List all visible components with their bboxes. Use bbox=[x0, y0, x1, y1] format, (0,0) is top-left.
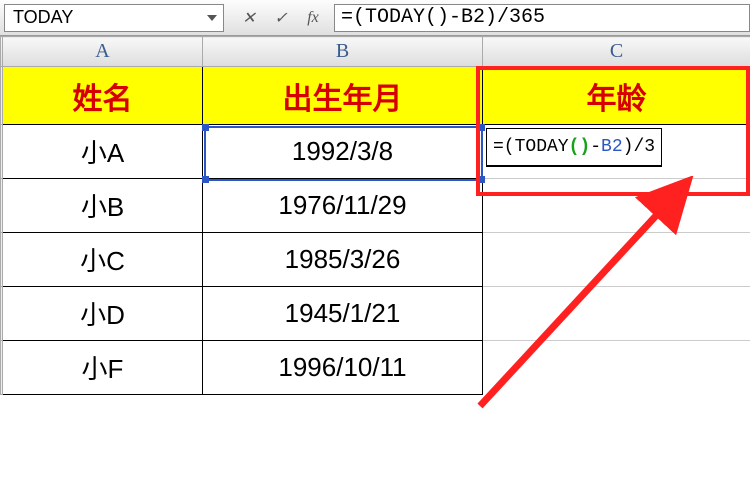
table-row: 小D 1945/1/21 bbox=[1, 287, 750, 341]
cell-name[interactable]: 小B bbox=[3, 179, 203, 233]
table-row: 小B 1976/11/29 bbox=[1, 179, 750, 233]
confirm-button[interactable]: ✓ bbox=[268, 6, 294, 30]
cell-age[interactable] bbox=[483, 341, 750, 395]
formula-controls: ✕ ✓ fx bbox=[236, 6, 326, 30]
spreadsheet-grid[interactable]: A B C 姓名 出生年月 年龄 小A 1992/3/8 小B 1976/11/… bbox=[0, 36, 750, 395]
cell-birth[interactable]: 1996/10/11 bbox=[203, 341, 483, 395]
table-row: 小F 1996/10/11 bbox=[1, 341, 750, 395]
formula-fragment: )/3 bbox=[623, 137, 655, 157]
cell-name[interactable]: 小C bbox=[3, 233, 203, 287]
column-header-c[interactable]: C bbox=[483, 37, 750, 67]
column-header-b[interactable]: B bbox=[203, 37, 483, 67]
formula-bar: TODAY ✕ ✓ fx =(TODAY()-B2)/365 bbox=[0, 0, 750, 36]
cell-birth[interactable]: 1985/3/26 bbox=[203, 233, 483, 287]
header-name[interactable]: 姓名 bbox=[3, 67, 203, 125]
cell-name[interactable]: 小F bbox=[3, 341, 203, 395]
fx-button[interactable]: fx bbox=[300, 6, 326, 30]
cell-birth[interactable]: 1945/1/21 bbox=[203, 287, 483, 341]
formula-text: =(TODAY()-B2)/365 bbox=[341, 6, 545, 29]
header-age[interactable]: 年龄 bbox=[483, 67, 750, 125]
cell-birth[interactable]: 1976/11/29 bbox=[203, 179, 483, 233]
fx-icon: fx bbox=[307, 9, 319, 27]
cell-name[interactable]: 小A bbox=[3, 125, 203, 179]
formula-fragment: - bbox=[590, 137, 601, 157]
cancel-button[interactable]: ✕ bbox=[236, 6, 262, 30]
header-birth[interactable]: 出生年月 bbox=[203, 67, 483, 125]
x-icon: ✕ bbox=[242, 8, 255, 28]
formula-input[interactable]: =(TODAY()-B2)/365 bbox=[334, 4, 750, 32]
column-header-a[interactable]: A bbox=[3, 37, 203, 67]
cell-editor[interactable]: =(TODAY()-B2)/3 bbox=[486, 128, 662, 167]
formula-fragment: () bbox=[569, 137, 591, 157]
cell-birth[interactable]: 1992/3/8 bbox=[203, 125, 483, 179]
column-header-row: A B C bbox=[1, 37, 750, 67]
table-header-row: 姓名 出生年月 年龄 bbox=[1, 67, 750, 125]
cell-age[interactable] bbox=[483, 179, 750, 233]
formula-fragment: =(TODAY bbox=[493, 137, 569, 157]
cell-age[interactable] bbox=[483, 287, 750, 341]
table-row: 小C 1985/3/26 bbox=[1, 233, 750, 287]
cell-name[interactable]: 小D bbox=[3, 287, 203, 341]
name-box[interactable]: TODAY bbox=[4, 4, 224, 32]
cell-age[interactable] bbox=[483, 233, 750, 287]
chevron-down-icon[interactable] bbox=[207, 15, 217, 21]
name-box-value: TODAY bbox=[13, 7, 73, 28]
formula-fragment: B2 bbox=[601, 137, 623, 157]
check-icon: ✓ bbox=[274, 8, 287, 28]
